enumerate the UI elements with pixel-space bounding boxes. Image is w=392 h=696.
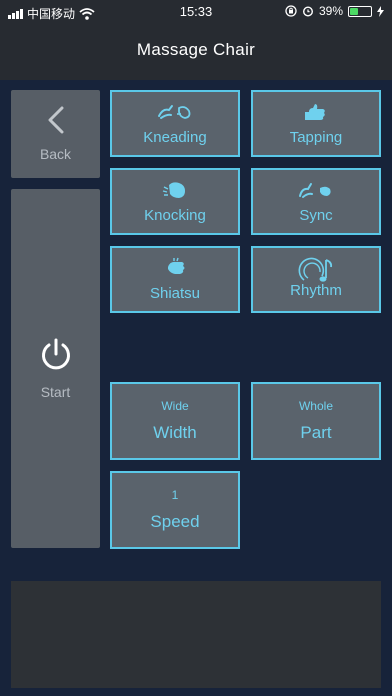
battery-icon [348,5,372,17]
speed-label: Speed [150,512,200,531]
mode-tapping-button[interactable]: Tapping [251,90,381,157]
bottom-panel [11,581,381,688]
chevron-left-icon [48,106,63,134]
start-button[interactable]: Start [11,189,100,548]
mode-label: Tapping [289,129,343,146]
charging-icon [377,5,384,17]
tapping-hand-icon [303,101,329,123]
status-bar: 中国移动 15:33 39% [0,0,392,24]
alarm-icon [302,6,313,17]
battery-percent: 39% [318,4,343,18]
shiatsu-hand-icon [162,257,188,279]
speed-setting-button[interactable]: 1 Speed [110,471,240,549]
back-button[interactable]: Back [11,90,100,178]
part-setting-button[interactable]: Whole Part [251,382,381,460]
speed-value: 1 [171,488,179,502]
power-icon [41,338,70,369]
part-label: Part [300,423,332,442]
knocking-hand-icon [161,179,189,201]
mode-sync-button[interactable]: Sync [251,168,381,235]
mode-label: Knocking [144,207,206,224]
back-label: Back [39,146,72,162]
status-right: 39% [285,4,384,18]
kneading-hands-icon [155,101,195,123]
mode-shiatsu-button[interactable]: Shiatsu [110,246,240,313]
mode-label: Sync [299,207,333,224]
mode-knocking-button[interactable]: Knocking [110,168,240,235]
width-value: Wide [161,399,189,413]
width-label: Width [153,423,197,442]
mode-rhythm-button[interactable]: Rhythm [251,246,381,313]
orientation-lock-icon [285,5,297,17]
nav-bar: Massage Chair [0,24,392,80]
mode-label: Shiatsu [149,285,201,302]
mode-label: Rhythm [290,282,342,299]
part-value: Whole [298,399,333,413]
width-setting-button[interactable]: Wide Width [110,382,240,460]
rhythm-music-icon [296,257,336,282]
mode-label: Kneading [143,129,207,146]
mode-kneading-button[interactable]: Kneading [110,90,240,157]
start-label: Start [40,383,71,400]
page-title: Massage Chair [136,40,256,59]
sync-hands-icon [296,179,336,201]
